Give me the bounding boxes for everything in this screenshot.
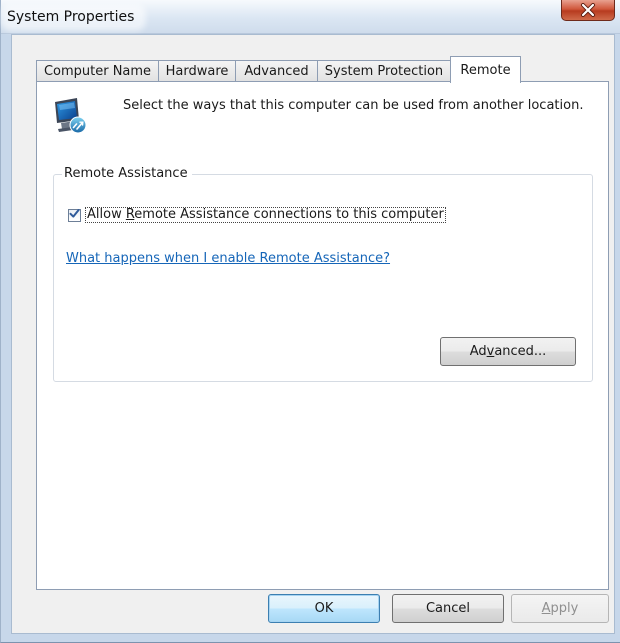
tab-label: System Protection <box>324 64 444 79</box>
allow-remote-assistance-checkbox[interactable] <box>68 208 81 222</box>
button-mnemonic: v <box>486 344 495 359</box>
apply-button[interactable]: Apply <box>511 594 609 623</box>
tab-hardware[interactable]: Hardware <box>158 60 236 82</box>
window-title: System Properties <box>5 8 143 27</box>
label-part: Allow <box>87 207 126 222</box>
tab-label: Advanced <box>244 64 309 79</box>
tab-remote[interactable]: Remote <box>450 56 521 83</box>
tab-label: Hardware <box>165 64 229 79</box>
button-label-part: anced... <box>494 344 547 359</box>
allow-remote-assistance-label[interactable]: Allow Remote Assistance connections to t… <box>85 207 446 223</box>
title-bar[interactable]: System Properties <box>1 0 620 34</box>
ok-button[interactable]: OK <box>268 594 380 623</box>
tab-system-protection[interactable]: System Protection <box>317 60 451 82</box>
intro-text: Select the ways that this computer can b… <box>123 98 584 113</box>
button-label-part: Ad <box>469 344 487 359</box>
close-x-icon <box>580 3 596 17</box>
remote-assistance-group: Remote Assistance Allow Remote Assistanc… <box>53 166 593 382</box>
remote-assistance-help-link[interactable]: What happens when I enable Remote Assist… <box>66 251 390 266</box>
remote-computer-icon <box>53 96 89 136</box>
tab-label: Remote <box>460 62 511 78</box>
button-label: Cancel <box>425 601 471 616</box>
close-button[interactable] <box>561 0 615 21</box>
label-part: emote Assistance connections to this com… <box>134 207 444 222</box>
button-label-part: pply <box>550 601 579 616</box>
tab-label: Computer Name <box>43 64 152 79</box>
group-title: Remote Assistance <box>62 166 192 181</box>
remote-tab-panel: Select the ways that this computer can b… <box>36 81 609 590</box>
system-properties-window: System Properties Computer Name Hardware… <box>0 0 620 643</box>
cancel-button[interactable]: Cancel <box>392 594 504 623</box>
tab-computer-name[interactable]: Computer Name <box>36 60 159 82</box>
allow-remote-assistance-row[interactable]: Allow Remote Assistance connections to t… <box>68 207 446 223</box>
button-mnemonic: A <box>541 601 551 616</box>
button-label: OK <box>314 601 334 616</box>
tab-advanced[interactable]: Advanced <box>235 60 318 82</box>
checkmark-icon <box>69 208 80 222</box>
advanced-button[interactable]: Ad v anced... <box>440 337 576 366</box>
dialog-body: Computer Name Hardware Advanced System P… <box>11 34 615 634</box>
